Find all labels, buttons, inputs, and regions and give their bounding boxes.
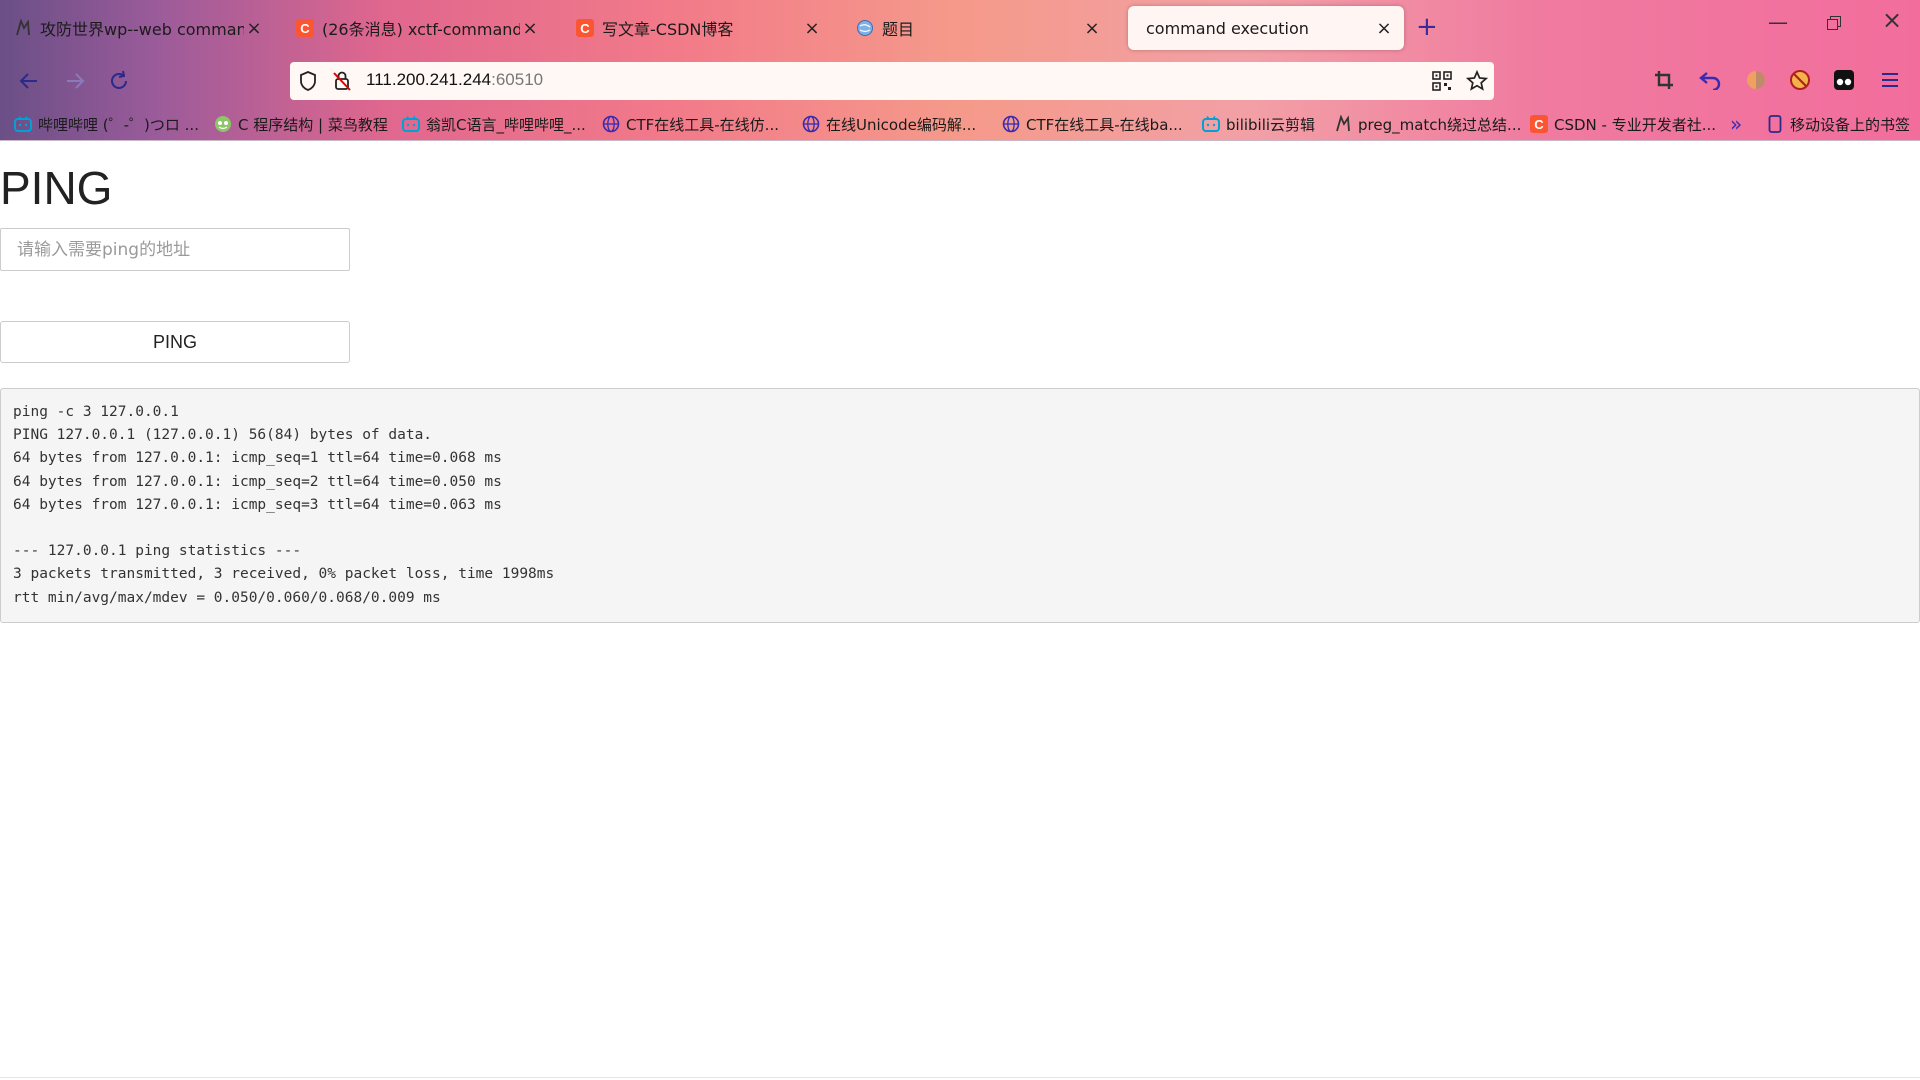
- tab-question[interactable]: 题目 ×: [846, 6, 1112, 50]
- page-title: PING: [0, 162, 113, 214]
- tab-xctf-command[interactable]: C (26条消息) xctf-command_exe ×: [286, 6, 550, 50]
- new-tab-plus-icon[interactable]: +: [1416, 12, 1438, 42]
- ping-button[interactable]: PING: [0, 321, 350, 363]
- csdn-icon: C: [296, 19, 314, 37]
- bookmark-label: CTF在线工具-在线仿...: [626, 115, 779, 134]
- globe-icon: [856, 19, 874, 37]
- tab-wp-command[interactable]: 攻防世界wp--web command_ ×: [4, 6, 274, 50]
- tampermonkey-icon[interactable]: [1832, 68, 1856, 92]
- back-arrow-icon[interactable]: [14, 66, 44, 96]
- bookmark-item[interactable]: C CSDN - 专业开发者社...: [1530, 112, 1716, 136]
- bookmark-label: C 程序结构 | 菜鸟教程: [238, 115, 388, 134]
- forward-arrow-icon[interactable]: [60, 66, 90, 96]
- bookmark-item[interactable]: CTF在线工具-在线仿...: [602, 112, 779, 136]
- bookmark-item[interactable]: preg_match绕过总结...: [1334, 112, 1521, 136]
- mobile-bookmarks[interactable]: 移动设备上的书签: [1766, 112, 1910, 136]
- bookmark-star-icon[interactable]: [1465, 69, 1489, 93]
- bookmark-item[interactable]: CTF在线工具-在线ba...: [1002, 112, 1183, 136]
- browser-chrome: 攻防世界wp--web command_ × C (26条消息) xctf-co…: [0, 0, 1920, 141]
- restore-icon[interactable]: [1826, 12, 1842, 36]
- bookmark-item[interactable]: 哔哩哔哩 (゜-゜)つロ ...: [14, 112, 199, 136]
- close-icon[interactable]: ×: [244, 18, 264, 39]
- csdn-icon: C: [1530, 115, 1548, 133]
- bookmark-label: CTF在线工具-在线ba...: [1026, 115, 1183, 134]
- bookmark-item[interactable]: 在线Unicode编码解...: [802, 112, 976, 136]
- close-icon[interactable]: ×: [1374, 18, 1394, 39]
- bookmark-item[interactable]: C 程序结构 | 菜鸟教程: [214, 112, 388, 136]
- navigation-toolbar: 111.200.241.244:60510: [0, 54, 1920, 108]
- bilibili-icon: [402, 115, 420, 133]
- globe-icon: [602, 115, 620, 133]
- tab-csdn-write[interactable]: C 写文章-CSDN博客 ×: [566, 6, 832, 50]
- bookmarks-toolbar: 哔哩哔哩 (゜-゜)つロ ... C 程序结构 | 菜鸟教程 翁凯C语言_哔哩哔…: [0, 108, 1920, 141]
- extension-circle-icon[interactable]: [1744, 68, 1768, 92]
- close-icon[interactable]: ×: [802, 18, 822, 39]
- address-bar[interactable]: 111.200.241.244:60510: [290, 62, 1494, 100]
- bookmark-label: preg_match绕过总结...: [1358, 115, 1522, 134]
- blocker-extension-icon[interactable]: [1788, 68, 1812, 92]
- bookmarks-overflow-chevron-icon[interactable]: »: [1730, 112, 1742, 136]
- url-port: :60510: [491, 70, 544, 89]
- bookmark-label: bilibili云剪辑: [1226, 115, 1316, 134]
- minimize-icon[interactable]: —: [1768, 10, 1788, 34]
- bookmark-label: 移动设备上的书签: [1790, 115, 1911, 134]
- url-host: 111.200.241.244: [366, 70, 492, 89]
- bilibili-icon: [1202, 115, 1220, 133]
- page-content: PING PING ping -c 3 127.0.0.1 PING 127.0…: [0, 141, 1920, 1080]
- bookmark-label: CSDN - 专业开发者社...: [1554, 115, 1717, 134]
- insecure-lock-icon[interactable]: [330, 69, 354, 93]
- crop-screenshot-icon[interactable]: [1652, 68, 1676, 92]
- mobile-device-icon: [1766, 115, 1784, 133]
- tab-title: 题目: [882, 20, 915, 39]
- bilibili-icon: [14, 115, 32, 133]
- ping-address-input[interactable]: [0, 228, 350, 271]
- window-bottom-divider: [0, 1077, 1920, 1078]
- tab-title: 写文章-CSDN博客: [602, 20, 734, 39]
- bookmark-item[interactable]: bilibili云剪辑: [1202, 112, 1315, 136]
- runoob-icon: [214, 115, 232, 133]
- globe-icon: [1002, 115, 1020, 133]
- ping-output: ping -c 3 127.0.0.1 PING 127.0.0.1 (127.…: [0, 388, 1920, 623]
- tab-title: 攻防世界wp--web command_: [40, 20, 244, 39]
- csdn-icon: C: [576, 19, 594, 37]
- close-window-icon[interactable]: ×: [1882, 6, 1902, 34]
- bookmark-label: 翁凯C语言_哔哩哔哩_...: [426, 115, 586, 134]
- bookmark-label: 在线Unicode编码解...: [826, 115, 977, 134]
- reload-icon[interactable]: [104, 66, 134, 96]
- tab-bar: 攻防世界wp--web command_ × C (26条消息) xctf-co…: [0, 0, 1920, 54]
- globe-icon: [802, 115, 820, 133]
- bookmark-label: 哔哩哔哩 (゜-゜)つロ ...: [38, 115, 199, 134]
- tab-title: command execution: [1146, 18, 1309, 38]
- cat-face-icon: [14, 19, 32, 37]
- menu-hamburger-icon[interactable]: [1878, 68, 1902, 92]
- bookmark-item[interactable]: 翁凯C语言_哔哩哔哩_...: [402, 112, 586, 136]
- shield-icon[interactable]: [296, 69, 320, 93]
- close-icon[interactable]: ×: [1082, 18, 1102, 39]
- tab-command-execution[interactable]: command execution ×: [1128, 6, 1404, 50]
- url-text: 111.200.241.244:60510: [366, 70, 543, 90]
- undo-arrow-icon[interactable]: [1698, 68, 1722, 92]
- close-icon[interactable]: ×: [520, 18, 540, 39]
- cat-face-icon: [1334, 115, 1352, 133]
- tab-title: (26条消息) xctf-command_exe: [322, 20, 520, 39]
- qr-code-icon[interactable]: [1430, 69, 1454, 93]
